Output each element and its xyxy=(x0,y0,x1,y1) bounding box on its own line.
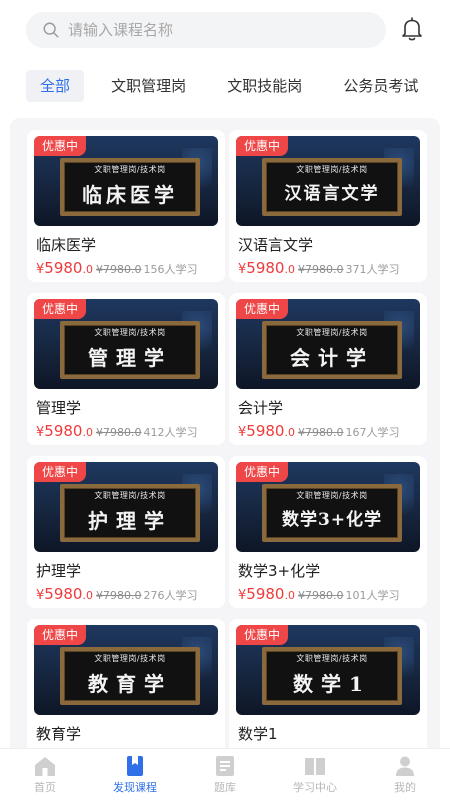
header xyxy=(0,0,450,60)
blackboard: 文职管理岗/技术岗 数学1 xyxy=(262,647,402,705)
blackboard: 文职管理岗/技术岗 护理学 xyxy=(60,484,200,542)
course-title: 教育学 xyxy=(36,725,82,743)
tab-civil-servant-exam[interactable]: 公务员考试 xyxy=(329,70,432,102)
banner-title: 汉语言文学 xyxy=(284,184,380,204)
banner-title: 会计学 xyxy=(290,346,374,370)
discount-badge: 优惠中 xyxy=(34,625,87,645)
banner-subtitle: 文职管理岗/技术岗 xyxy=(296,165,368,174)
banner-subtitle: 文职管理岗/技术岗 xyxy=(94,328,166,337)
nav-label: 发现课程 xyxy=(113,781,157,794)
price-row: ¥5980.0 ¥7980.0 101人学习 xyxy=(238,584,427,603)
discount-badge: 优惠中 xyxy=(34,299,87,319)
nav-learning-center[interactable]: 学习中心 xyxy=(270,749,360,800)
price-row: ¥5980.0 ¥7980.0 412人学习 xyxy=(36,421,225,440)
question-bank-icon xyxy=(216,756,234,776)
discount-badge: 优惠中 xyxy=(34,136,87,156)
banner-title: 临床医学 xyxy=(82,183,178,207)
search-bar[interactable] xyxy=(26,12,386,48)
banner-title: 护理学 xyxy=(88,509,172,533)
discount-badge: 优惠中 xyxy=(34,462,87,482)
tab-civil-skill[interactable]: 文职技能岗 xyxy=(213,70,316,102)
discount-badge: 优惠中 xyxy=(236,299,289,319)
banner-subtitle: 文职管理岗/技术岗 xyxy=(94,165,166,174)
discount-badge: 优惠中 xyxy=(236,625,289,645)
nav-label: 首页 xyxy=(34,781,56,794)
price-row: ¥5980.0 ¥7980.0 371人学习 xyxy=(238,258,427,277)
banner-subtitle: 文职管理岗/技术岗 xyxy=(94,491,166,500)
course-card[interactable]: 文职管理岗/技术岗 教育学 优惠中 教育学 xyxy=(27,619,225,748)
blackboard: 文职管理岗/技术岗 临床医学 xyxy=(60,158,200,216)
nav-label: 题库 xyxy=(214,781,236,794)
original-price: ¥7980.0 xyxy=(95,589,142,602)
search-input[interactable] xyxy=(68,21,348,39)
course-card[interactable]: 文职管理岗/技术岗 临床医学 优惠中 临床医学 ¥5980.0 ¥7980.0 15… xyxy=(27,130,225,282)
blackboard: 文职管理岗/技术岗 会计学 xyxy=(262,321,402,379)
learner-count: 167人学习 xyxy=(345,426,400,439)
search-icon xyxy=(43,22,59,38)
current-price: ¥5980.0 xyxy=(36,422,93,440)
course-title: 临床医学 xyxy=(36,236,97,254)
current-price: ¥5980.0 xyxy=(36,585,93,603)
tab-all[interactable]: 全部 xyxy=(26,70,85,102)
banner-subtitle: 文职管理岗/技术岗 xyxy=(296,491,368,500)
course-title: 数学3+化学 xyxy=(238,562,321,580)
banner-subtitle: 文职管理岗/技术岗 xyxy=(296,328,368,337)
nav-discover-courses[interactable]: 发现课程 xyxy=(90,749,180,800)
blackboard: 文职管理岗/技术岗 管理学 xyxy=(60,321,200,379)
price-row: ¥5980.0 ¥7980.0 156人学习 xyxy=(36,258,225,277)
learner-count: 101人学习 xyxy=(345,589,400,602)
learner-count: 412人学习 xyxy=(143,426,198,439)
blackboard: 文职管理岗/技术岗 汉语言文学 xyxy=(262,158,402,216)
banner-subtitle: 文职管理岗/技术岗 xyxy=(296,654,368,663)
course-card[interactable]: 文职管理岗/技术岗 管理学 优惠中 管理学 ¥5980.0 ¥7980.0 412人… xyxy=(27,293,225,445)
banner-subtitle: 文职管理岗/技术岗 xyxy=(94,654,166,663)
discount-badge: 优惠中 xyxy=(236,462,289,482)
nav-mine[interactable]: 我的 xyxy=(360,749,450,800)
banner-title: 管理学 xyxy=(88,346,172,370)
course-card[interactable]: 文职管理岗/技术岗 汉语言文学 优惠中 汉语言文学 ¥5980.0 ¥7980.0… xyxy=(229,130,427,282)
course-title: 会计学 xyxy=(238,399,284,417)
banner-title: 教育学 xyxy=(88,672,172,696)
learner-count: 371人学习 xyxy=(345,263,400,276)
original-price: ¥7980.0 xyxy=(297,263,344,276)
course-title: 管理学 xyxy=(36,399,82,417)
price-row: ¥5980.0 ¥7980.0 276人学习 xyxy=(36,584,225,603)
price-row: ¥5980.0 ¥7980.0 167人学习 xyxy=(238,421,427,440)
original-price: ¥7980.0 xyxy=(297,426,344,439)
bottom-nav: 首页 发现课程 题库 学习中心 我的 xyxy=(0,748,450,800)
course-grid: 文职管理岗/技术岗 临床医学 优惠中 临床医学 ¥5980.0 ¥7980.0 15… xyxy=(10,118,440,748)
open-book-icon xyxy=(305,758,325,775)
current-price: ¥5980.0 xyxy=(238,585,295,603)
bookmark-book-icon xyxy=(127,756,143,776)
course-card[interactable]: 文职管理岗/技术岗 护理学 优惠中 护理学 ¥5980.0 ¥7980.0 276人… xyxy=(27,456,225,608)
original-price: ¥7980.0 xyxy=(297,589,344,602)
nav-label: 我的 xyxy=(394,781,416,794)
original-price: ¥7980.0 xyxy=(95,263,142,276)
current-price: ¥5980.0 xyxy=(36,259,93,277)
course-card[interactable]: 文职管理岗/技术岗 数学3+化学 优惠中 数学3+化学 ¥5980.0 ¥7980… xyxy=(229,456,427,608)
learner-count: 156人学习 xyxy=(143,263,198,276)
discount-badge: 优惠中 xyxy=(236,136,289,156)
user-icon xyxy=(396,756,414,776)
category-tabs: 全部 文职管理岗 文职技能岗 公务员考试 xyxy=(26,70,450,104)
course-card[interactable]: 文职管理岗/技术岗 数学1 优惠中 数学1 xyxy=(229,619,427,748)
course-title: 汉语言文学 xyxy=(238,236,314,254)
blackboard: 文职管理岗/技术岗 数学3+化学 xyxy=(262,484,402,542)
course-title: 护理学 xyxy=(36,562,82,580)
current-price: ¥5980.0 xyxy=(238,259,295,277)
course-title: 数学1 xyxy=(238,725,278,743)
tab-civil-management[interactable]: 文职管理岗 xyxy=(97,70,200,102)
banner-title: 数学1 xyxy=(293,672,371,696)
current-price: ¥5980.0 xyxy=(238,422,295,440)
original-price: ¥7980.0 xyxy=(95,426,142,439)
nav-label: 学习中心 xyxy=(293,781,337,794)
learner-count: 276人学习 xyxy=(143,589,198,602)
blackboard: 文职管理岗/技术岗 教育学 xyxy=(60,647,200,705)
home-icon xyxy=(35,757,55,776)
nav-home[interactable]: 首页 xyxy=(0,749,90,800)
course-card[interactable]: 文职管理岗/技术岗 会计学 优惠中 会计学 ¥5980.0 ¥7980.0 167人… xyxy=(229,293,427,445)
bell-icon[interactable] xyxy=(400,16,424,42)
nav-question-bank[interactable]: 题库 xyxy=(180,749,270,800)
banner-title: 数学3+化学 xyxy=(281,510,383,530)
